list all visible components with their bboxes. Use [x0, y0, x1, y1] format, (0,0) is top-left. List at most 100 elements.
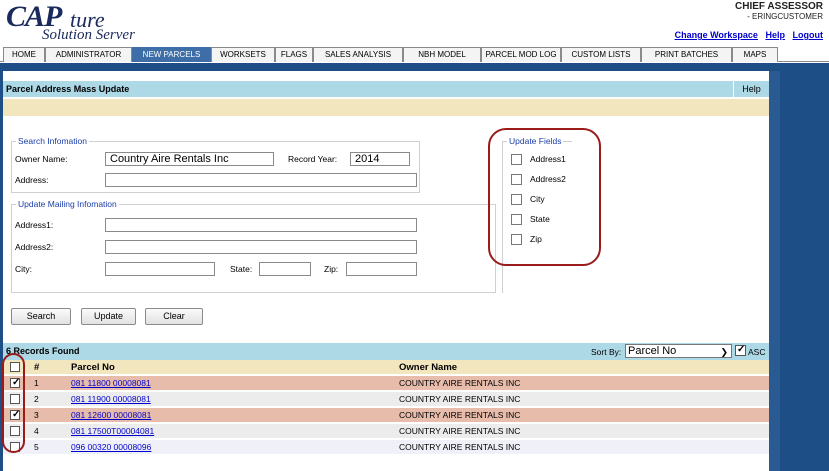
mailing-info-legend: Update Mailing Infomation	[16, 199, 119, 209]
city-input[interactable]	[105, 262, 215, 276]
tab-new-parcels[interactable]: NEW PARCELS	[132, 47, 211, 62]
tab-print-batches[interactable]: PRINT BATCHES	[641, 47, 732, 62]
parcel-link[interactable]: 081 12600 00008081	[71, 410, 151, 420]
row-num: 1	[34, 378, 39, 388]
check-icon: ✓	[12, 409, 21, 420]
results-bar: 6 Records Found Sort By: Parcel No ❯ ✓ A…	[3, 343, 769, 360]
record-year-input[interactable]: 2014	[350, 152, 410, 166]
city-checkbox[interactable]	[511, 194, 522, 205]
page-title-bar: Parcel Address Mass Update Help	[3, 81, 769, 97]
message-bar	[3, 99, 769, 116]
owner-name: COUNTRY AIRE RENTALS INC	[399, 394, 521, 404]
address2-label: Address2:	[15, 242, 54, 252]
content-frame: Parcel Address Mass Update Help Search I…	[0, 63, 829, 471]
owner-name-input[interactable]: Country Aire Rentals Inc	[105, 152, 274, 166]
table-row: 2 081 11900 00008081 COUNTRY AIRE RENTAL…	[3, 392, 769, 407]
check-icon: ✓	[737, 344, 746, 355]
app-logo: CAP ture Solution Server	[6, 2, 206, 44]
table-header-row: # Parcel No Owner Name	[3, 360, 769, 375]
clear-button[interactable]: Clear	[145, 308, 203, 325]
address1-label: Address1:	[15, 220, 54, 230]
user-name: - ERINGCUSTOMER	[747, 12, 823, 21]
sort-by-select[interactable]: Parcel No ❯	[625, 344, 732, 358]
update-fields-legend: Update Fields	[507, 136, 564, 146]
tab-sales-analysis[interactable]: SALES ANALYSIS	[313, 47, 403, 62]
tab-worksets[interactable]: WORKSETS	[211, 47, 275, 62]
search-button[interactable]: Search	[11, 308, 71, 325]
logo-subtitle: Solution Server	[42, 27, 135, 43]
tab-maps[interactable]: MAPS	[732, 47, 778, 62]
city-label: City:	[15, 264, 32, 274]
help-link[interactable]: Help	[765, 30, 785, 40]
state-label: State:	[230, 264, 253, 274]
logout-link[interactable]: Logout	[793, 30, 824, 40]
state-checkbox[interactable]	[511, 214, 522, 225]
address2-option-label: Address2	[530, 174, 566, 184]
column-header-owner[interactable]: Owner Name	[399, 362, 457, 373]
check-icon: ✓	[12, 377, 21, 388]
zip-label: Zip:	[324, 264, 339, 274]
update-fields-fieldset: Update Fields Address1 Address2 City Sta…	[502, 136, 572, 293]
state-input[interactable]	[259, 262, 311, 276]
tab-custom-lists[interactable]: CUSTOM LISTS	[561, 47, 641, 62]
state-option-label: State	[530, 214, 550, 224]
top-links: Change Workspace Help Logout	[670, 30, 823, 40]
zip-input[interactable]	[346, 262, 417, 276]
page-title: Parcel Address Mass Update	[6, 84, 130, 94]
tab-home[interactable]: HOME	[3, 47, 45, 62]
user-role: CHIEF ASSESSOR	[735, 1, 823, 12]
row-num: 2	[34, 394, 39, 404]
search-info-legend: Search Infomation	[16, 136, 89, 146]
table-row: ✓ 3 081 12600 00008081 COUNTRY AIRE RENT…	[3, 408, 769, 423]
row-checkbox[interactable]: ✓	[10, 377, 21, 388]
sort-by-label: Sort By:	[591, 347, 622, 357]
change-workspace-link[interactable]: Change Workspace	[675, 30, 758, 40]
owner-name: COUNTRY AIRE RENTALS INC	[399, 426, 521, 436]
tab-parcel-mod-log[interactable]: PARCEL MOD LOG	[481, 47, 561, 62]
address1-checkbox[interactable]	[511, 154, 522, 165]
main-nav: HOME ADMINISTRATOR NEW PARCELS WORKSETS …	[0, 47, 829, 62]
records-found-count: 6 Records Found	[6, 346, 80, 356]
address2-checkbox[interactable]	[511, 174, 522, 185]
city-option-label: City	[530, 194, 545, 204]
asc-label: ASC	[748, 347, 766, 357]
chevron-down-icon: ❯	[720, 347, 728, 357]
zip-option-label: Zip	[530, 234, 542, 244]
row-checkbox[interactable]	[10, 426, 20, 436]
owner-name-label: Owner Name:	[15, 154, 68, 164]
owner-name: COUNTRY AIRE RENTALS INC	[399, 442, 521, 452]
mailing-info-fieldset: Update Mailing Infomation Address1: Addr…	[11, 199, 496, 293]
row-checkbox[interactable]	[10, 394, 20, 404]
parcel-link[interactable]: 096 00320 00008096	[71, 442, 151, 452]
column-header-parcel[interactable]: Parcel No	[71, 362, 115, 373]
asc-checkbox[interactable]: ✓	[735, 344, 746, 356]
update-button[interactable]: Update	[81, 308, 136, 325]
record-year-label: Record Year:	[288, 154, 338, 164]
parcel-link[interactable]: 081 17500T00004081	[71, 426, 154, 436]
row-checkbox[interactable]	[10, 442, 20, 452]
address2-input[interactable]	[105, 240, 417, 254]
address-input[interactable]	[105, 173, 417, 187]
table-row: ✓ 1 081 11800 00008081 COUNTRY AIRE RENT…	[3, 376, 769, 391]
column-header-num: #	[34, 362, 40, 373]
sort-by-value: Parcel No	[628, 345, 677, 357]
table-row: 4 081 17500T00004081 COUNTRY AIRE RENTAL…	[3, 424, 769, 439]
main-panel: Parcel Address Mass Update Help Search I…	[3, 71, 769, 471]
row-num: 4	[34, 426, 39, 436]
parcel-link[interactable]: 081 11900 00008081	[71, 394, 151, 404]
parcel-link[interactable]: 081 11800 00008081	[71, 378, 151, 388]
help-button[interactable]: Help	[733, 81, 769, 97]
zip-checkbox[interactable]	[511, 234, 522, 245]
address1-input[interactable]	[105, 218, 417, 232]
tab-administrator[interactable]: ADMINISTRATOR	[45, 47, 132, 62]
table-row: 5 096 00320 00008096 COUNTRY AIRE RENTAL…	[3, 440, 769, 455]
tab-flags[interactable]: FLAGS	[275, 47, 313, 62]
owner-name: COUNTRY AIRE RENTALS INC	[399, 410, 521, 420]
tab-nbh-model[interactable]: NBH MODEL	[403, 47, 481, 62]
select-all-checkbox[interactable]	[10, 362, 20, 372]
frame-right-strip	[769, 71, 780, 471]
row-checkbox[interactable]: ✓	[10, 409, 21, 420]
owner-name: COUNTRY AIRE RENTALS INC	[399, 378, 521, 388]
row-num: 3	[34, 410, 39, 420]
address-label: Address:	[15, 175, 49, 185]
